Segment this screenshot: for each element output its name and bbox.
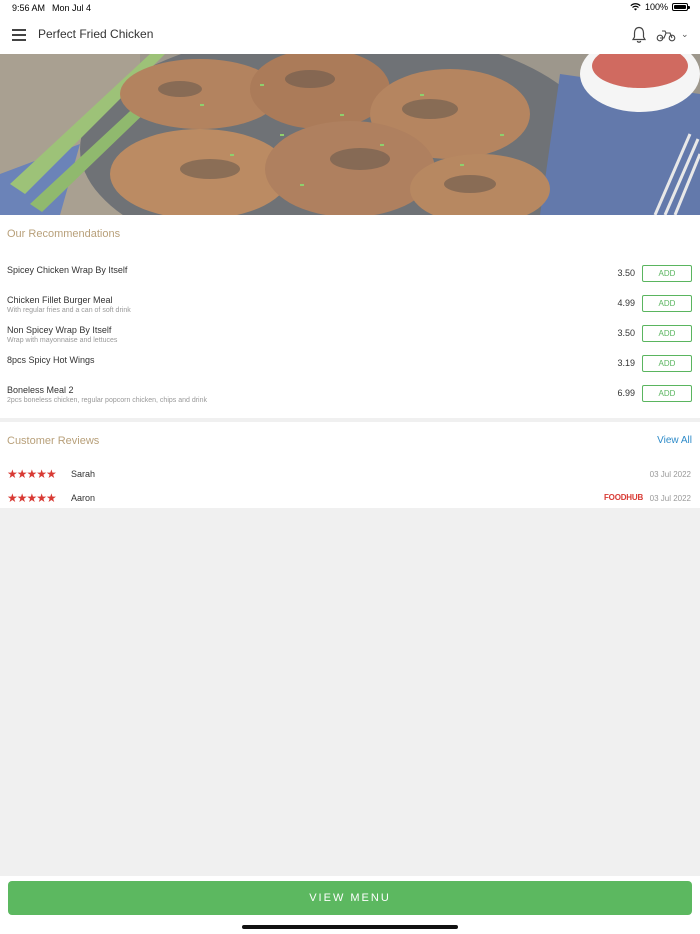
star-rating: ★★★★★	[7, 491, 57, 505]
item-name: Chicken Fillet Burger Meal	[7, 295, 113, 305]
list-item: Chicken Fillet Burger Meal With regular …	[0, 294, 700, 324]
review-row: ★★★★★ Aaron FOODHUB 03 Jul 2022	[0, 491, 700, 511]
bottom-bar: VIEW MENU	[0, 876, 700, 934]
item-name: Non Spicey Wrap By Itself	[7, 325, 112, 335]
view-all-link[interactable]: View All	[657, 435, 692, 446]
list-item: Non Spicey Wrap By Itself Wrap with mayo…	[0, 324, 700, 354]
add-button[interactable]: ADD	[642, 295, 692, 312]
add-button[interactable]: ADD	[642, 355, 692, 372]
reviewer-name: Sarah	[71, 469, 96, 479]
store-title: Perfect Fried Chicken	[38, 27, 154, 41]
item-name: Spicey Chicken Wrap By Itself	[7, 265, 128, 275]
app-header: Perfect Fried Chicken ⌄	[0, 16, 700, 54]
foodhub-logo: FOODHUB	[604, 493, 644, 502]
item-description: With regular fries and a can of soft dri…	[7, 307, 131, 314]
recommendations-section: Our Recommendations Spicey Chicken Wrap …	[0, 215, 700, 418]
wifi-icon	[630, 3, 641, 11]
list-item: 8pcs Spicy Hot Wings 3.19 ADD	[0, 355, 700, 385]
review-row: ★★★★★ Sarah 03 Jul 2022	[0, 467, 700, 487]
item-price: 3.50	[617, 328, 635, 338]
status-right: 100%	[630, 2, 690, 12]
list-item: Spicey Chicken Wrap By Itself 3.50 ADD	[0, 264, 700, 294]
list-item: Boneless Meal 2 2pcs boneless chicken, r…	[0, 385, 700, 415]
status-date: Mon Jul 4	[52, 3, 92, 13]
item-price: 3.19	[617, 358, 635, 368]
hero-overlay	[0, 54, 700, 215]
item-price: 3.50	[617, 268, 635, 278]
item-description: Wrap with mayonnaise and lettuces	[7, 337, 118, 344]
star-rating: ★★★★★	[7, 467, 57, 481]
add-button[interactable]: ADD	[642, 325, 692, 342]
hero-image	[0, 54, 700, 215]
status-bar: 9:56 AM Mon Jul 4 100%	[0, 0, 700, 16]
view-menu-button[interactable]: VIEW MENU	[8, 881, 692, 915]
item-price: 4.99	[617, 298, 635, 308]
bell-icon[interactable]	[631, 26, 647, 44]
item-name: Boneless Meal 2	[7, 385, 74, 395]
status-time: 9:56 AM	[12, 3, 46, 13]
hamburger-menu-icon[interactable]	[12, 29, 26, 41]
item-description: 2pcs boneless chicken, regular popcorn c…	[7, 397, 208, 404]
add-button[interactable]: ADD	[642, 265, 692, 282]
add-button[interactable]: ADD	[642, 385, 692, 402]
item-name: 8pcs Spicy Hot Wings	[7, 355, 95, 365]
item-price: 6.99	[617, 388, 635, 398]
home-indicator	[242, 925, 458, 929]
scooter-icon[interactable]	[656, 28, 676, 42]
reviewer-name: Aaron	[71, 493, 96, 503]
battery-icon	[672, 3, 690, 11]
review-date: 03 Jul 2022	[649, 470, 691, 479]
customer-reviews-section: Customer Reviews View All ★★★★★ Sarah 03…	[0, 422, 700, 508]
chevron-down-icon[interactable]: ⌄	[681, 29, 689, 40]
battery-percent: 100%	[644, 2, 668, 12]
recommendations-title: Our Recommendations	[7, 228, 121, 240]
reviews-title: Customer Reviews	[7, 435, 100, 447]
review-date: 03 Jul 2022	[649, 494, 691, 503]
